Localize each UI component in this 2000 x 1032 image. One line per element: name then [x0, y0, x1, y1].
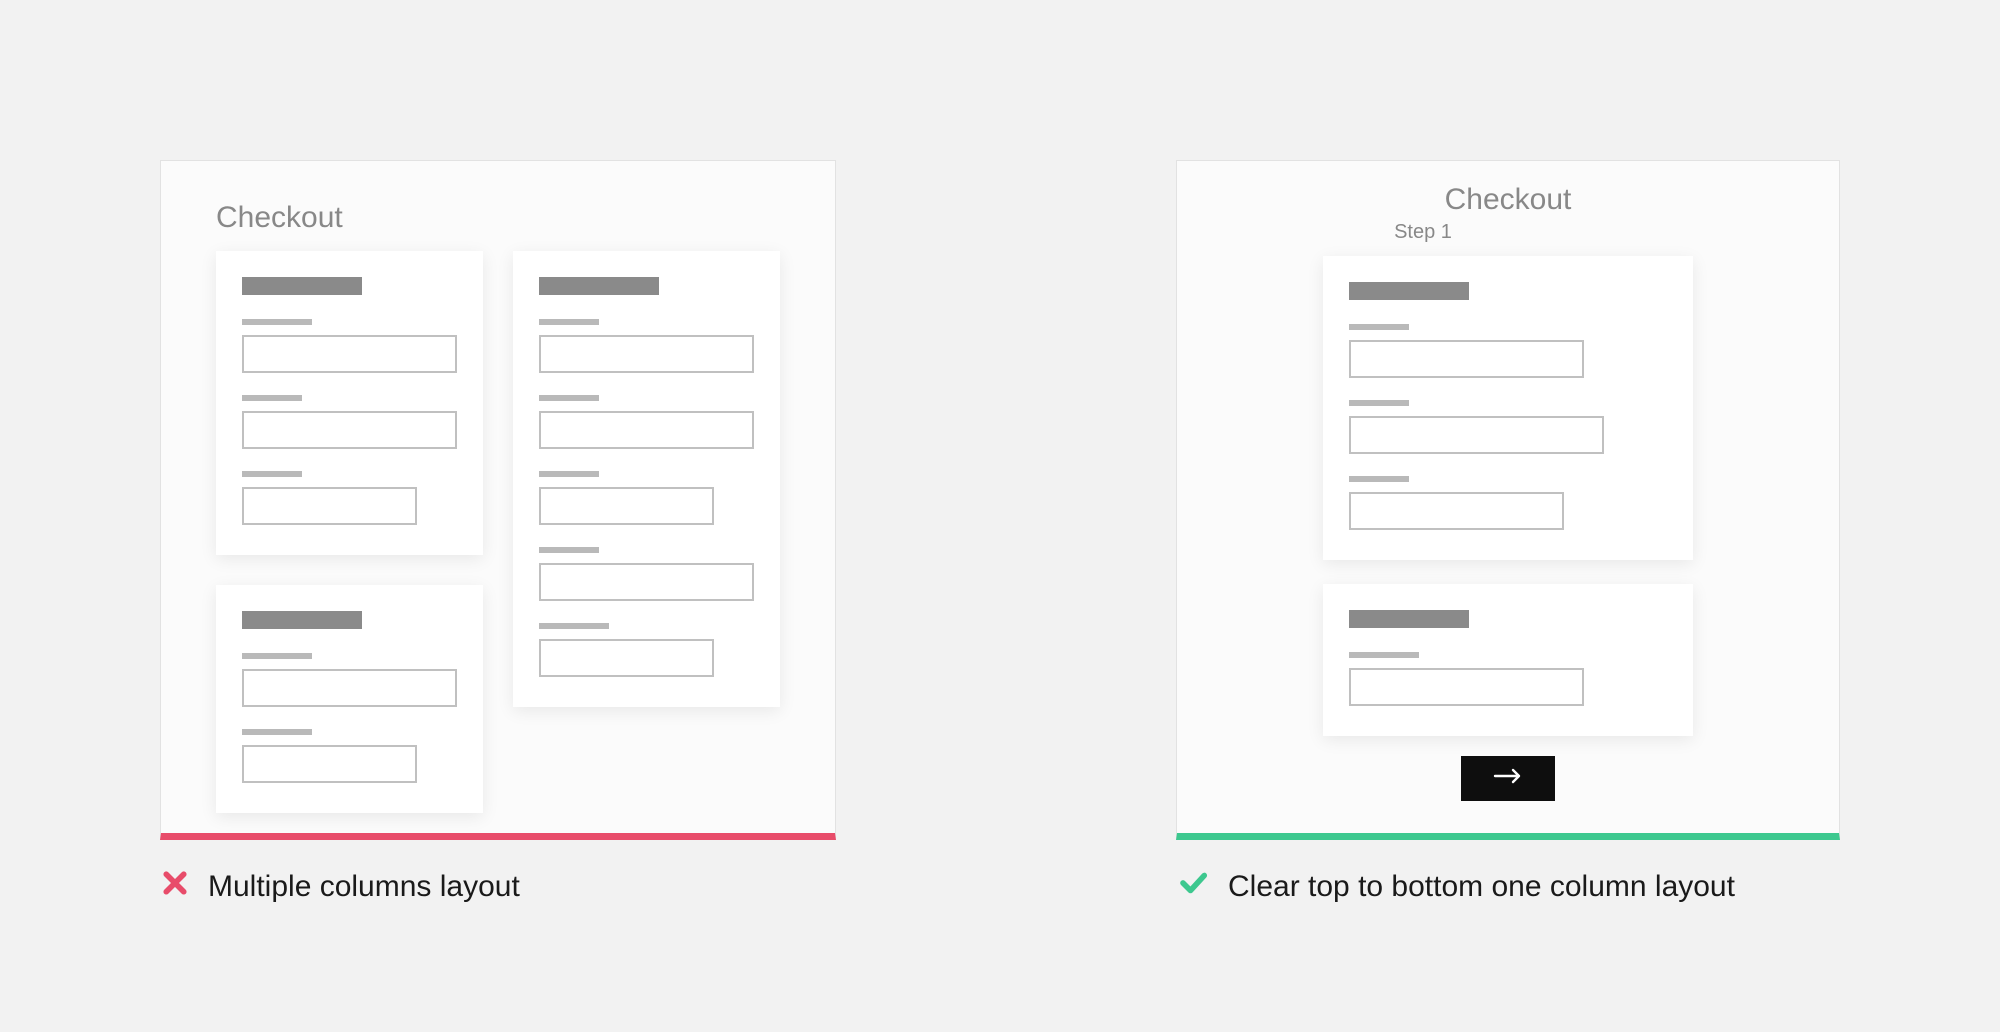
field-label-placeholder — [1349, 652, 1419, 658]
text-input[interactable] — [242, 335, 457, 373]
bad-col-left — [216, 251, 483, 813]
form-card — [513, 251, 780, 707]
next-button[interactable] — [1461, 756, 1555, 801]
good-panel: Checkout Step 1 — [1176, 160, 1840, 840]
good-panel-title: Checkout — [1177, 161, 1839, 217]
field-label-placeholder — [242, 653, 312, 659]
form-field — [1349, 652, 1667, 706]
text-input[interactable] — [539, 639, 714, 677]
field-label-placeholder — [539, 623, 609, 629]
text-input[interactable] — [1349, 668, 1584, 706]
text-input[interactable] — [539, 335, 754, 373]
card-title-placeholder — [1349, 282, 1469, 300]
step-label: Step 1 — [1176, 221, 1839, 244]
good-caption-text: Clear top to bottom one column layout — [1228, 870, 1735, 904]
form-field — [539, 471, 754, 525]
field-label-placeholder — [1349, 324, 1409, 330]
field-label-placeholder — [1349, 476, 1409, 482]
field-label-placeholder — [242, 395, 302, 401]
form-field — [539, 623, 754, 677]
card-title-placeholder — [242, 611, 362, 629]
form-card — [216, 251, 483, 555]
form-field — [242, 471, 457, 525]
text-input[interactable] — [242, 487, 417, 525]
bad-panel: Checkout — [160, 160, 836, 840]
card-title-placeholder — [1349, 610, 1469, 628]
field-label-placeholder — [1349, 400, 1409, 406]
text-input[interactable] — [539, 563, 754, 601]
form-field — [539, 395, 754, 449]
form-card — [216, 585, 483, 813]
field-label-placeholder — [539, 471, 599, 477]
form-field — [242, 319, 457, 373]
field-label-placeholder — [539, 395, 599, 401]
bad-caption-row: Multiple columns layout — [160, 868, 836, 906]
field-label-placeholder — [242, 319, 312, 325]
good-single-column — [1177, 244, 1839, 801]
text-input[interactable] — [242, 745, 417, 783]
arrow-right-icon — [1493, 767, 1523, 790]
good-caption-row: Clear top to bottom one column layout — [1176, 868, 1840, 906]
text-input[interactable] — [539, 487, 714, 525]
form-card — [1323, 584, 1693, 736]
form-field — [242, 395, 457, 449]
bad-caption-text: Multiple columns layout — [208, 870, 520, 904]
text-input[interactable] — [242, 411, 457, 449]
check-icon — [1176, 868, 1210, 906]
cross-icon — [160, 868, 190, 906]
form-field — [1349, 476, 1667, 530]
field-label-placeholder — [242, 471, 302, 477]
bad-example: Checkout — [160, 160, 836, 906]
card-title-placeholder — [242, 277, 362, 295]
good-example: Checkout Step 1 — [1176, 160, 1840, 906]
field-label-placeholder — [539, 547, 599, 553]
bad-columns — [161, 161, 835, 813]
text-input[interactable] — [539, 411, 754, 449]
bad-col-right — [513, 251, 780, 813]
card-title-placeholder — [539, 277, 659, 295]
text-input[interactable] — [1349, 416, 1604, 454]
text-input[interactable] — [242, 669, 457, 707]
form-card — [1323, 256, 1693, 560]
form-field — [1349, 400, 1667, 454]
form-field — [539, 547, 754, 601]
field-label-placeholder — [242, 729, 312, 735]
field-label-placeholder — [539, 319, 599, 325]
bad-panel-title: Checkout — [216, 201, 343, 235]
form-field — [539, 319, 754, 373]
text-input[interactable] — [1349, 492, 1564, 530]
text-input[interactable] — [1349, 340, 1584, 378]
form-field — [242, 653, 457, 707]
form-field — [1349, 324, 1667, 378]
form-field — [242, 729, 457, 783]
